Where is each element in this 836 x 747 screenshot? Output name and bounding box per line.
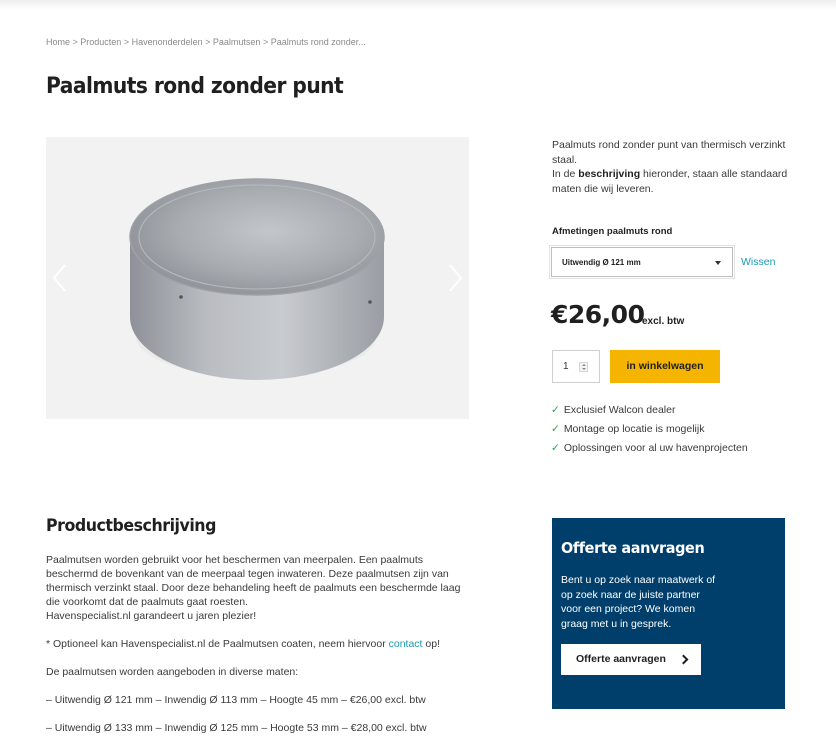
description-paragraph: Paalmutsen worden gebruikt voor het besc… [46,554,461,608]
size-select-value: Uitwendig Ø 121 mm [562,258,641,267]
usp-item: ✓ Exclusief Walcon dealer [551,404,676,416]
description-optional: * Optioneel kan Havenspecialist.nl de Pa… [46,638,440,650]
size-select[interactable]: Uitwendig Ø 121 mm [549,245,735,279]
intro-bold: beschrijving [578,168,641,180]
description-guarantee: Havenspecialist.nl garandeert u jaren pl… [46,610,257,622]
clear-selection-link[interactable]: Wissen [741,256,775,268]
description-body: Paalmutsen worden gebruikt voor het besc… [46,553,466,735]
description-sizes-intro: De paalmutsen worden aangeboden in diver… [46,666,299,678]
offer-panel: Offerte aanvragen Bent u op zoek naar ma… [552,518,785,709]
price: €26,00 [551,300,645,329]
contact-link[interactable]: contact [389,638,423,650]
usp-item: ✓ Montage op locatie is mogelijk [551,423,705,435]
gallery-next-arrow[interactable] [445,263,465,293]
chevron-right-icon [449,264,463,292]
check-icon: ✓ [551,442,560,454]
product-gallery [46,137,469,419]
product-intro: Paalmuts rond zonder punt van thermisch … [552,139,788,195]
chevron-right-icon [678,654,689,665]
top-shadow-bar [0,0,836,10]
chevron-left-icon [52,264,66,292]
page-title: Paalmuts rond zonder punt [46,74,344,99]
price-note: excl. btw [642,316,685,327]
offer-text: Bent u op zoek naar maatwerk of op zoek … [561,574,716,630]
breadcrumb-havenonderdelen[interactable]: Havenonderdelen [132,37,203,47]
breadcrumb: Home > Producten > Havenonderdelen > Paa… [46,37,366,47]
offer-button[interactable]: Offerte aanvragen [561,644,701,675]
product-image [129,178,385,380]
description-title: Productbeschrijving [46,516,216,536]
breadcrumb-current: Paalmuts rond zonder... [270,37,366,47]
quantity-value[interactable]: 1 [563,361,569,372]
breadcrumb-paalmutsen[interactable]: Paalmutsen [213,37,261,47]
size-line: – Uitwendig Ø 133 mm – Inwendig Ø 125 mm… [46,722,427,734]
breadcrumb-home[interactable]: Home [46,37,70,47]
gallery-prev-arrow[interactable] [50,263,70,293]
check-icon: ✓ [551,423,560,435]
usp-list: ✓ Exclusief Walcon dealer ✓ Montage op loc… [551,404,748,461]
check-icon: ✓ [551,404,560,416]
size-line: – Uitwendig Ø 121 mm – Inwendig Ø 113 mm… [46,694,426,706]
add-to-cart-button[interactable]: in winkelwagen [610,350,720,383]
quantity-stepper[interactable]: 1 [552,350,600,383]
usp-item: ✓ Oplossingen voor al uw havenprojecten [551,442,748,454]
offer-button-label: Offerte aanvragen [576,653,666,665]
quantity-spin-icon[interactable] [579,362,588,372]
breadcrumb-producten[interactable]: Producten [80,37,121,47]
intro-line-1: Paalmuts rond zonder punt van thermisch … [552,139,786,166]
chevron-down-icon [715,261,721,265]
size-option-label: Afmetingen paalmuts rond [552,226,673,237]
offer-title: Offerte aanvragen [561,539,705,557]
